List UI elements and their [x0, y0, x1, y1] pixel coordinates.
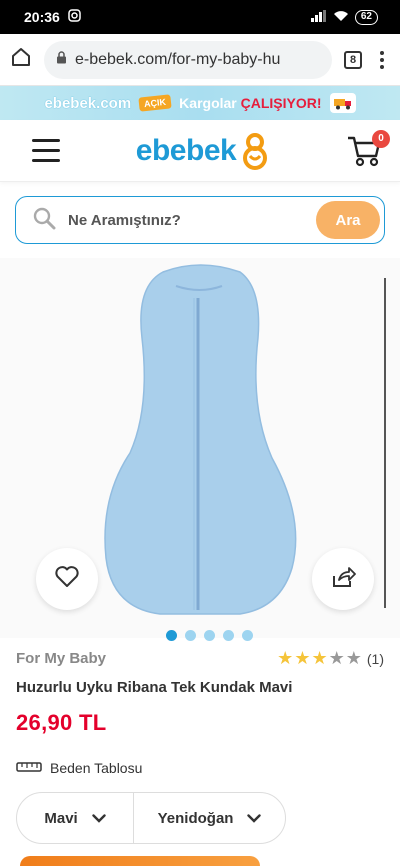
gallery-dot[interactable]	[223, 630, 234, 641]
site-header: ebebek 0	[0, 120, 400, 182]
promo-text-prefix: Kargolar	[179, 95, 237, 111]
gallery-pagination	[166, 630, 253, 641]
product-title: Huzurlu Uyku Ribana Tek Kundak Mavi	[16, 679, 293, 696]
cart-button[interactable]: 0	[346, 129, 390, 168]
logo-text: ebebek	[135, 133, 237, 167]
address-bar[interactable]: e-bebek.com/for-my-baby-hu	[44, 40, 332, 79]
product-brand[interactable]: For My Baby	[16, 650, 106, 667]
product-price: 26,90 TL	[16, 710, 107, 735]
size-select[interactable]: Yenidoğan	[133, 793, 285, 843]
share-button[interactable]	[312, 548, 374, 610]
product-gallery[interactable]	[0, 258, 400, 641]
gallery-dot[interactable]	[242, 630, 253, 641]
star-icon: ★	[328, 648, 345, 668]
wifi-icon	[333, 9, 349, 25]
menu-icon[interactable]	[32, 139, 60, 162]
star-icon: ★	[345, 648, 362, 668]
logo-mark-icon	[240, 132, 270, 170]
home-icon[interactable]	[10, 46, 32, 73]
chevron-down-icon	[92, 810, 106, 827]
favorite-button[interactable]	[36, 548, 98, 610]
lock-icon	[56, 50, 67, 69]
url-text: e-bebek.com/for-my-baby-hu	[75, 50, 281, 68]
size-table-label: Beden Tablosu	[50, 760, 143, 776]
add-to-cart-button[interactable]	[20, 856, 260, 866]
variant-selectors: Mavi Yenidoğan	[16, 792, 286, 844]
search-input[interactable]: Ne Aramıştınız?	[68, 212, 304, 229]
size-table-link[interactable]: Beden Tablosu	[16, 760, 384, 776]
product-rating[interactable]: ★ ★ ★ ★ ★ (1)	[277, 648, 384, 669]
signal-icon	[310, 9, 327, 25]
color-select-value: Mavi	[44, 809, 78, 827]
share-icon	[330, 564, 356, 595]
gallery-scrollbar[interactable]	[384, 278, 386, 608]
delivery-truck-icon	[329, 93, 356, 113]
promo-text: Kargolar ÇALIŞIYOR!	[179, 95, 321, 111]
promo-badge: AÇIK	[138, 94, 172, 112]
status-time: 20:36	[24, 9, 60, 25]
search-box[interactable]: Ne Aramıştınız? Ara	[15, 196, 385, 244]
browser-menu-icon[interactable]	[374, 50, 390, 69]
color-select[interactable]: Mavi	[17, 793, 133, 843]
status-bar: 20:36 62	[0, 0, 400, 34]
promo-text-emphasis: ÇALIŞIYOR!	[240, 95, 322, 111]
cart-count-badge: 0	[371, 129, 390, 148]
promo-logo: ebebek.com	[44, 94, 132, 112]
browser-toolbar: e-bebek.com/for-my-baby-hu 8	[0, 34, 400, 86]
rating-count: (1)	[366, 650, 384, 667]
star-icon: ★	[294, 648, 311, 668]
site-logo[interactable]: ebebek	[136, 132, 270, 170]
battery-icon: 62	[354, 9, 378, 25]
heart-icon	[54, 565, 80, 594]
tab-switcher-button[interactable]: 8	[344, 50, 362, 69]
star-icon: ★	[277, 648, 294, 668]
gallery-dot[interactable]	[166, 630, 177, 641]
promo-banner[interactable]: ebebek.com AÇIK Kargolar ÇALIŞIYOR!	[0, 86, 400, 120]
product-info: For My Baby ★ ★ ★ ★ ★ (1) Huzurlu Uyku R…	[0, 648, 400, 844]
star-icon: ★	[311, 648, 328, 668]
gallery-dot[interactable]	[185, 630, 196, 641]
cart-icon	[346, 136, 382, 172]
chevron-down-icon	[247, 810, 262, 827]
search-icon	[32, 206, 56, 235]
gallery-dot[interactable]	[204, 630, 215, 641]
search-button[interactable]: Ara	[316, 201, 380, 239]
size-select-value: Yenidoğan	[157, 809, 234, 827]
instagram-icon	[68, 9, 81, 25]
ruler-icon	[16, 760, 42, 776]
